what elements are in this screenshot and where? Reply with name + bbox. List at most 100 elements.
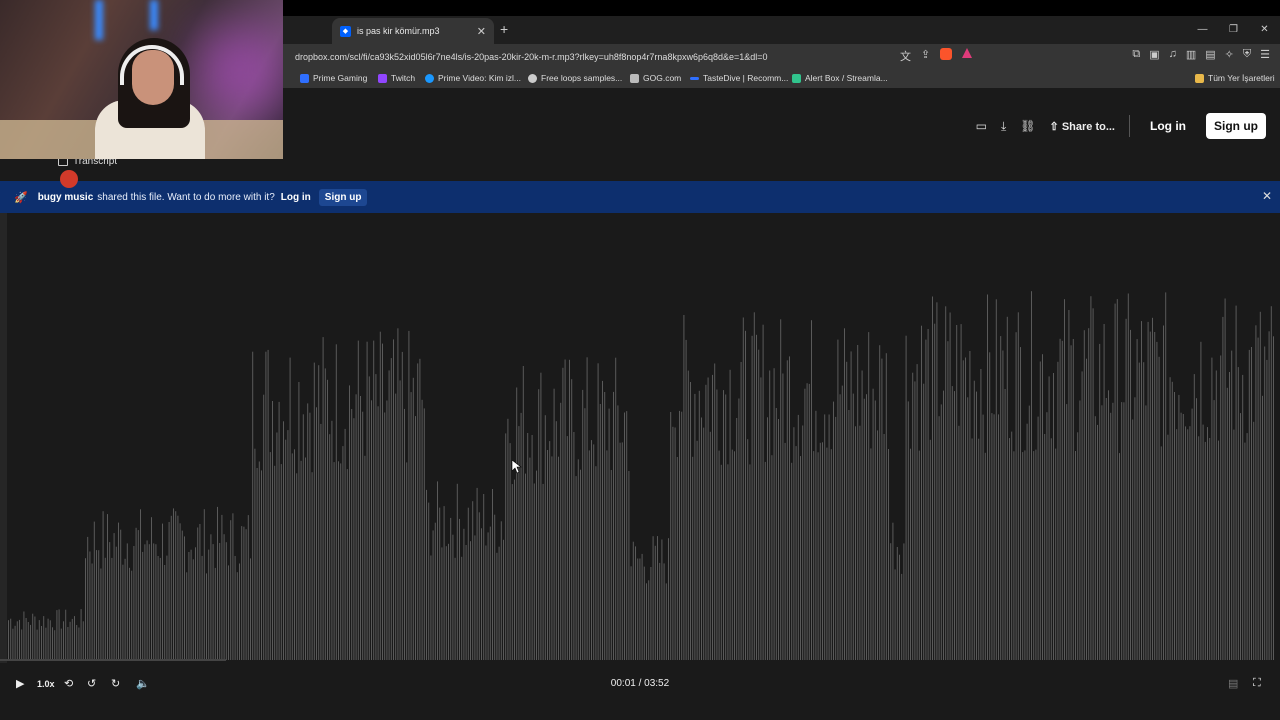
screen: ◆ is pas kir kömür.mp3 ✕ + — ❐ ✕ dropbox… — [0, 0, 1280, 720]
waveform-bar — [976, 391, 977, 660]
waveform-bar — [903, 543, 905, 660]
all-bookmarks[interactable]: Tüm Yer İşaretleri — [1195, 73, 1275, 83]
new-tab-icon[interactable]: + — [500, 21, 508, 37]
vpn-icon[interactable]: ⛨ — [1243, 48, 1251, 61]
screenshot-icon[interactable]: ▣ — [1149, 48, 1159, 61]
share-button[interactable]: ⇧ Share to... — [1050, 120, 1115, 133]
waveform-bar — [868, 332, 870, 660]
bookmark-tastedive[interactable]: TasteDive | Recomm... — [690, 73, 788, 83]
waveform-bar — [1136, 339, 1138, 660]
waveform-bar — [998, 414, 999, 660]
banner-signup-button[interactable]: Sign up — [318, 188, 368, 206]
waveform-bar — [419, 358, 421, 660]
waveform-bar — [641, 553, 643, 660]
waveform-bar — [1130, 329, 1131, 660]
bookmark-free-loops[interactable]: Free loops samples... — [528, 73, 622, 83]
waveform-bar — [1081, 371, 1083, 660]
waveform-bar — [610, 470, 612, 660]
waveform-bar — [943, 390, 944, 660]
waveform-bar — [71, 618, 73, 660]
banner-login-button[interactable]: Log in — [281, 192, 311, 203]
comment-icon[interactable]: ▭ — [976, 119, 987, 133]
prime-gaming-icon — [300, 73, 309, 83]
waveform-bar — [1149, 331, 1151, 660]
waveform-bar — [1026, 423, 1028, 660]
minimize-icon[interactable]: — — [1187, 16, 1218, 44]
progress-bar[interactable] — [0, 659, 226, 661]
close-window-icon[interactable]: ✕ — [1249, 16, 1280, 44]
waveform-bar — [368, 376, 370, 660]
translate-icon[interactable]: 文 — [900, 48, 911, 64]
waveform[interactable] — [0, 213, 1280, 663]
address-bar[interactable]: dropbox.com/scl/fi/ca93k52xid05l6r7ne4ls… — [290, 47, 990, 67]
bookmark-label: TasteDive | Recomm... — [703, 73, 789, 83]
bookmark-alert-box[interactable]: Alert Box / Streamla... — [792, 73, 888, 83]
waveform-bar — [683, 315, 685, 660]
close-tab-icon[interactable]: ✕ — [477, 25, 486, 38]
waveform-bar — [795, 446, 797, 660]
close-banner-icon[interactable]: ✕ — [1262, 189, 1272, 203]
wallet-icon[interactable]: ▤ — [1205, 48, 1215, 61]
waveform-bar — [536, 470, 537, 660]
download-icon[interactable]: ⤓ — [1001, 119, 1006, 134]
waveform-bar — [833, 401, 834, 660]
waveform-bar — [287, 430, 289, 660]
menu-icon[interactable]: ☰ — [1260, 48, 1270, 61]
waveform-bar — [1048, 376, 1050, 660]
waveform-bar — [461, 556, 463, 660]
waveform-bar — [1125, 318, 1127, 660]
waveform-bar — [857, 345, 859, 660]
waveform-bar — [619, 442, 621, 660]
bookmark-twitch[interactable]: Twitch — [378, 73, 415, 83]
waveform-bar — [173, 508, 174, 660]
waveform-bar — [797, 414, 799, 660]
waveform-bar — [190, 549, 192, 660]
waveform-bar — [709, 431, 711, 660]
waveform-bar — [540, 372, 542, 660]
waveform-bar — [1218, 440, 1219, 660]
waveform-bar — [76, 625, 78, 660]
waveform-bar — [19, 619, 20, 660]
waveform-bar — [778, 419, 779, 660]
brave-shield-icon[interactable] — [940, 48, 953, 60]
link-icon[interactable]: ⛓ — [1020, 119, 1035, 133]
fullscreen-icon[interactable]: ⛶ — [1253, 677, 1261, 690]
waveform-bar — [60, 628, 62, 660]
waveform-bar — [362, 411, 364, 660]
browser-tab[interactable]: ◆ is pas kir kömür.mp3 ✕ — [332, 18, 494, 44]
bookmark-gog[interactable]: GOG.com — [630, 73, 681, 83]
waveform-bar — [661, 539, 663, 660]
waveform-bar — [223, 534, 225, 660]
waveform-bar — [184, 536, 185, 660]
waveform-bar — [577, 459, 579, 660]
signup-button[interactable]: Sign up — [1206, 113, 1266, 139]
waveform-bar — [1235, 305, 1237, 660]
waveform-bar — [969, 351, 971, 660]
waveform-bar — [1132, 419, 1134, 660]
waveform-bar — [674, 427, 676, 660]
captions-icon[interactable]: ▤ — [1228, 677, 1238, 690]
login-button[interactable]: Log in — [1144, 114, 1192, 138]
tastedive-icon — [690, 76, 699, 80]
waveform-bar — [571, 379, 573, 660]
dropbox-icon: ◆ — [340, 25, 351, 37]
waveform-bar — [395, 393, 397, 660]
waveform-bar — [441, 547, 443, 660]
waveform-bar — [624, 412, 625, 660]
waveform-bar — [753, 312, 755, 660]
waveform-bar — [705, 384, 707, 660]
bookmark-prime-gaming[interactable]: Prime Gaming — [300, 73, 367, 83]
extensions-icon[interactable]: ⧉ — [1132, 48, 1140, 61]
ai-icon[interactable]: ✧ — [1225, 48, 1234, 61]
sidebar-icon[interactable]: ▥ — [1186, 48, 1196, 61]
music-icon[interactable]: ♫ — [1169, 48, 1177, 61]
waveform-bar — [813, 451, 815, 660]
waveform-bar — [426, 489, 427, 660]
waveform-bar — [927, 329, 929, 660]
bookmark-prime-video[interactable]: Prime Video: Kim izl... — [425, 73, 521, 83]
waveform-bar — [1055, 448, 1057, 660]
restore-icon[interactable]: ❐ — [1218, 16, 1249, 44]
share-page-icon[interactable]: ⇪ — [921, 48, 930, 64]
all-bookmarks-label: Tüm Yer İşaretleri — [1208, 73, 1275, 83]
brave-rewards-icon[interactable] — [962, 48, 973, 58]
